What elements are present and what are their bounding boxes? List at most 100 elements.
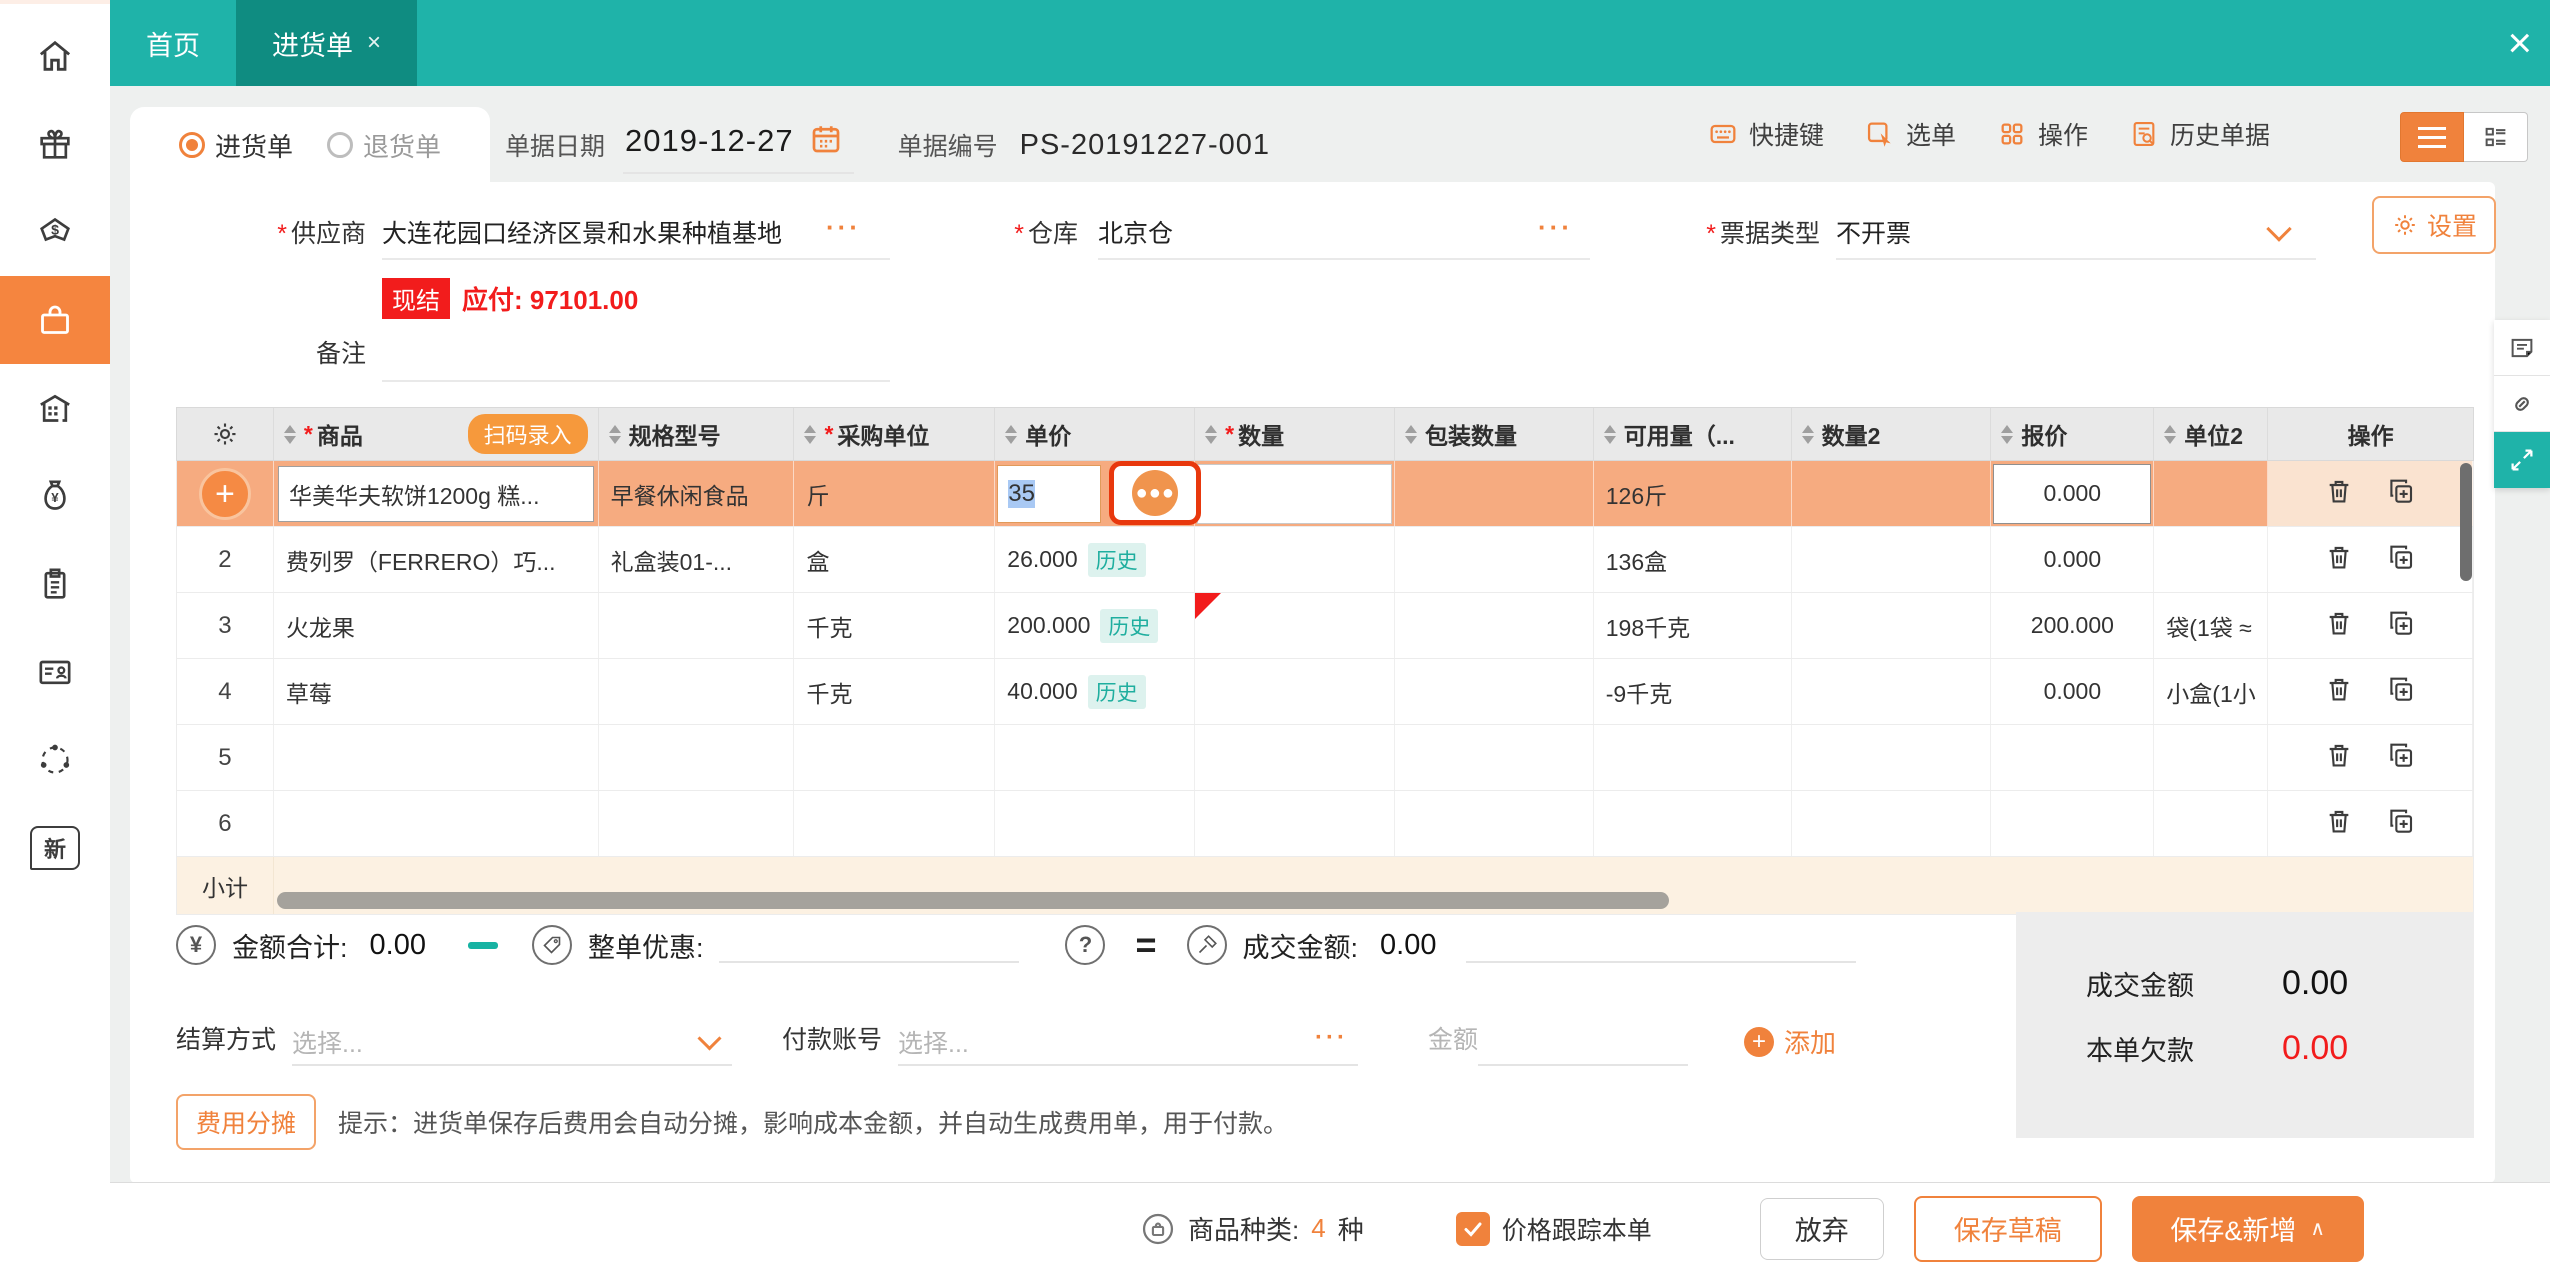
quote-cell[interactable]: 0.000 — [1991, 659, 2155, 724]
discount-input[interactable] — [719, 927, 1020, 963]
table-row[interactable]: 2 费列罗（FERRERO）巧... 礼盒装01-... 盒 26.000 历史 … — [176, 527, 2474, 593]
amount-input[interactable] — [1478, 1020, 1689, 1066]
save-and-new-button[interactable]: 保存&新增 ∧ — [2131, 1195, 2364, 1262]
pay-account-select[interactable]: 选择... ··· — [898, 1020, 1359, 1066]
sidebar-item-sales[interactable] — [0, 188, 110, 276]
warehouse-value[interactable]: 北京仓 — [1098, 214, 1518, 250]
copy-row-button[interactable] — [2385, 607, 2417, 645]
attachment-button[interactable] — [2494, 376, 2550, 432]
sort-icon[interactable] — [2164, 424, 2177, 444]
delete-row-button[interactable] — [2323, 673, 2355, 711]
unit-cell[interactable] — [794, 791, 996, 856]
list-view-button[interactable] — [2400, 112, 2464, 162]
sort-icon[interactable] — [608, 424, 621, 444]
calendar-icon[interactable] — [808, 121, 844, 162]
qty2-cell[interactable] — [1792, 725, 1992, 790]
sidebar-item-reports[interactable] — [0, 540, 110, 628]
remark-input-underline[interactable] — [382, 380, 890, 382]
hotkeys-button[interactable]: 快捷键 — [1707, 116, 1824, 152]
history-badge[interactable]: 历史 — [1087, 674, 1146, 709]
spec-cell[interactable] — [599, 593, 795, 658]
price-cell[interactable]: 40.000 历史 — [995, 659, 1196, 724]
package-qty-cell[interactable] — [1395, 659, 1594, 724]
table-row[interactable]: 3 火龙果 千克 200.000 历史 198千克 200.000 袋(1袋 ≈ — [176, 593, 2474, 659]
package-qty-cell[interactable] — [1395, 461, 1594, 526]
fullscreen-button[interactable] — [2494, 432, 2550, 488]
sort-icon[interactable] — [283, 424, 296, 444]
qty-cell[interactable] — [1195, 725, 1395, 790]
spec-cell[interactable] — [599, 791, 795, 856]
header-qty[interactable]: * 数量 — [1195, 408, 1395, 460]
header-price[interactable]: 单价 — [995, 408, 1196, 460]
quote-input[interactable]: 0.000 — [1993, 463, 2152, 524]
delete-row-button[interactable] — [2323, 607, 2355, 645]
qty2-cell[interactable] — [1792, 461, 1992, 526]
sort-icon[interactable] — [1801, 424, 1814, 444]
package-qty-cell[interactable] — [1395, 791, 1594, 856]
copy-row-button[interactable] — [2385, 673, 2417, 711]
sidebar-item-gift[interactable] — [0, 100, 110, 188]
sidebar-item-contacts[interactable] — [0, 628, 110, 716]
quote-cell[interactable]: 200.000 — [1991, 593, 2155, 658]
tab-home[interactable]: 首页 — [110, 0, 236, 86]
spec-cell[interactable] — [599, 659, 795, 724]
unit2-cell[interactable] — [2154, 791, 2269, 856]
table-row[interactable]: 6 — [176, 791, 2474, 857]
warehouse-more-icon[interactable]: ··· — [1538, 212, 1573, 243]
qty-cell[interactable] — [1195, 791, 1395, 856]
package-qty-cell[interactable] — [1395, 593, 1594, 658]
unit2-cell[interactable]: 袋(1袋 ≈ — [2154, 593, 2269, 658]
card-view-button[interactable] — [2464, 112, 2528, 162]
scan-entry-button[interactable]: 扫码录入 — [467, 414, 588, 454]
table-row[interactable]: 4 草莓 千克 40.000 历史 -9千克 0.000 小盒(1小 — [176, 659, 2474, 725]
unit-cell[interactable]: 千克 — [794, 659, 996, 724]
save-draft-button[interactable]: 保存草稿 — [1913, 1195, 2102, 1262]
copy-row-button[interactable] — [2385, 739, 2417, 777]
add-payment-button[interactable]: + 添加 — [1744, 1023, 1836, 1060]
product-cell[interactable]: 费列罗（FERRERO）巧... — [274, 527, 599, 592]
invoice-type-value[interactable]: 不开票 — [1836, 214, 2216, 250]
delete-row-button[interactable] — [2323, 475, 2355, 513]
spec-cell[interactable]: 礼盒装01-... — [599, 527, 795, 592]
price-cell[interactable] — [995, 791, 1196, 856]
qty-cell[interactable] — [1195, 461, 1395, 526]
fee-share-button[interactable]: 费用分摊 — [176, 1094, 317, 1150]
spec-cell[interactable]: 早餐休闲食品 — [599, 461, 795, 526]
history-orders-button[interactable]: 历史单据 — [2128, 116, 2270, 152]
settings-button[interactable]: 设置 — [2372, 196, 2496, 254]
quote-cell[interactable] — [1991, 725, 2155, 790]
copy-row-button[interactable] — [2385, 805, 2417, 843]
price-cell[interactable]: 26.000 历史 — [995, 527, 1196, 592]
product-cell[interactable]: 草莓 — [274, 659, 599, 724]
table-row[interactable]: + 华美华夫软饼1200g 糕... 早餐休闲食品 斤 35 ●●● 126斤 … — [176, 461, 2474, 527]
product-cell[interactable]: 华美华夫软饼1200g 糕... — [274, 461, 599, 526]
qty2-cell[interactable] — [1792, 659, 1992, 724]
qty2-cell[interactable] — [1792, 791, 1992, 856]
sort-icon[interactable] — [1205, 424, 1218, 444]
qty-input[interactable] — [1197, 463, 1392, 524]
unit-cell[interactable]: 盒 — [794, 527, 996, 592]
product-input[interactable]: 华美华夫软饼1200g 糕... — [277, 465, 594, 522]
unit2-cell[interactable]: 小盒(1小 — [2154, 659, 2269, 724]
copy-row-button[interactable] — [2385, 541, 2417, 579]
spec-cell[interactable] — [599, 725, 795, 790]
qty-cell[interactable] — [1195, 659, 1395, 724]
supplier-value[interactable]: 大连花园口经济区景和水果种植基地 — [382, 214, 812, 250]
pick-order-button[interactable]: 选单 — [1864, 116, 1956, 152]
settle-method-select[interactable]: 选择... — [292, 1020, 733, 1066]
add-row-button[interactable]: + — [177, 461, 274, 526]
unit-cell[interactable]: 斤 — [794, 461, 996, 526]
remark-panel-button[interactable] — [2494, 320, 2550, 376]
history-badge[interactable]: 历史 — [1087, 542, 1146, 577]
price-cell[interactable]: 200.000 历史 — [995, 593, 1196, 658]
tab-purchase-order[interactable]: 进货单 × — [236, 0, 418, 86]
product-cell[interactable] — [274, 791, 599, 856]
sort-icon[interactable] — [1005, 424, 1018, 444]
header-spec[interactable]: 规格型号 — [599, 408, 795, 460]
qty2-cell[interactable] — [1792, 527, 1992, 592]
price-cell[interactable]: 35 ●●● — [995, 461, 1202, 526]
delete-row-button[interactable] — [2323, 541, 2355, 579]
unit2-cell[interactable] — [2154, 725, 2269, 790]
unit-cell[interactable] — [794, 725, 996, 790]
window-close-icon[interactable]: × — [2507, 0, 2532, 86]
